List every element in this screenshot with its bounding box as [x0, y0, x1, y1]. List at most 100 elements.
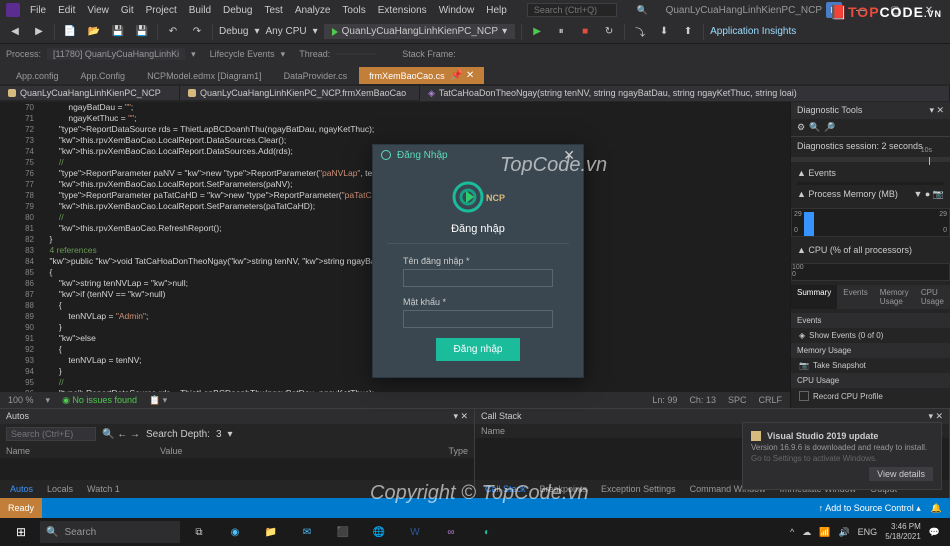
- add-source-control-button[interactable]: ↑ Add to Source Control ▴: [819, 503, 921, 514]
- cpu-graph[interactable]: 100 0: [791, 263, 950, 281]
- menu-view[interactable]: View: [81, 3, 115, 18]
- process-dropdown[interactable]: [11780] QuanLyCuaHangLinhKi: [47, 48, 185, 60]
- quick-search-input[interactable]: [527, 3, 617, 17]
- method-crumb[interactable]: ◈TatCaHoaDonTheoNgay(string tenNV, strin…: [420, 86, 950, 101]
- diag-zoom-out-icon[interactable]: 🔎: [824, 122, 835, 133]
- panel-tab[interactable]: Breakpoints: [534, 482, 594, 496]
- diag-tab-summary[interactable]: Summary: [791, 285, 837, 309]
- diag-tab-memory-usage[interactable]: Memory Usage: [874, 285, 915, 309]
- open-icon[interactable]: 📂: [85, 23, 103, 41]
- start-button[interactable]: ⊞: [4, 520, 38, 544]
- redo-icon[interactable]: ↷: [188, 23, 206, 41]
- col-value[interactable]: Value: [160, 446, 314, 456]
- maximize-button[interactable]: ▢: [880, 0, 910, 20]
- login-submit-button[interactable]: Đăng nhập: [436, 338, 521, 361]
- diag-timeline[interactable]: 10s: [791, 157, 950, 162]
- issues-indicator[interactable]: ◉ No issues found: [62, 395, 137, 406]
- step-out-icon[interactable]: ⬆: [679, 23, 697, 41]
- step-over-icon[interactable]: ⤵: [631, 23, 649, 41]
- platform-dropdown[interactable]: Any CPU: [266, 26, 307, 37]
- password-input[interactable]: [403, 310, 553, 328]
- diag-select-tools-icon[interactable]: ⚙: [797, 122, 805, 133]
- take-snapshot-button[interactable]: 📷 Take Snapshot: [791, 358, 950, 373]
- username-input[interactable]: [403, 269, 553, 287]
- panel-tab[interactable]: Watch 1: [81, 482, 126, 496]
- user-avatar[interactable]: M: [826, 2, 842, 18]
- doc-tab[interactable]: DataProvider.cs: [274, 68, 358, 84]
- menu-build[interactable]: Build: [183, 3, 217, 18]
- zoom-level[interactable]: 100 %: [8, 395, 34, 405]
- cpu-header[interactable]: ▲ CPU (% of all processors): [791, 241, 950, 259]
- login-close-button[interactable]: ✕: [563, 147, 575, 164]
- col-name[interactable]: Name: [6, 446, 160, 456]
- menu-git[interactable]: Git: [115, 3, 140, 18]
- notification-center-icon[interactable]: 💬: [929, 527, 940, 538]
- word-icon[interactable]: W: [398, 520, 432, 544]
- tray-wifi-icon[interactable]: 📶: [819, 527, 830, 538]
- panel-tab[interactable]: Autos: [4, 482, 39, 496]
- diag-tab-events[interactable]: Events: [837, 285, 873, 309]
- menu-edit[interactable]: Edit: [52, 3, 81, 18]
- panel-menu-icon[interactable]: ▾ ✕: [453, 411, 468, 422]
- record-cpu-button[interactable]: Record CPU Profile: [791, 388, 950, 404]
- panel-tab[interactable]: Call Stack: [479, 482, 532, 496]
- close-button[interactable]: ✕: [914, 0, 944, 20]
- doc-tab[interactable]: App.config: [6, 68, 69, 84]
- step-into-icon[interactable]: ⬇: [655, 23, 673, 41]
- mail-icon[interactable]: ✉: [290, 520, 324, 544]
- thread-dropdown[interactable]: [336, 53, 376, 55]
- doc-tab[interactable]: App.Config: [71, 68, 136, 84]
- menu-window[interactable]: Window: [433, 3, 481, 18]
- task-view-icon[interactable]: ⧉: [182, 520, 216, 544]
- edge-icon[interactable]: ◉: [218, 520, 252, 544]
- app-icon[interactable]: ◐: [470, 520, 504, 544]
- diag-tab-cpu-usage[interactable]: CPU Usage: [915, 285, 950, 309]
- vs-taskbar-icon[interactable]: ∞: [434, 520, 468, 544]
- col-type[interactable]: Type: [314, 446, 468, 456]
- diag-zoom-in-icon[interactable]: 🔍: [809, 122, 820, 133]
- tab-close-icon[interactable]: 📌 ✕: [451, 70, 475, 81]
- autos-search-input[interactable]: [6, 427, 96, 441]
- menu-project[interactable]: Project: [140, 3, 183, 18]
- pause-icon[interactable]: ⏸: [552, 23, 570, 41]
- menu-analyze[interactable]: Analyze: [289, 3, 337, 18]
- tray-lang-icon[interactable]: ENG: [858, 527, 878, 537]
- taskbar-clock[interactable]: 3:46 PM 5/18/2021: [885, 522, 921, 542]
- doc-tab[interactable]: NCPModel.edmx [Diagram1]: [137, 68, 272, 84]
- memory-graph[interactable]: 29 29 0 0: [791, 208, 950, 237]
- doc-tab[interactable]: frmXemBaoCao.cs 📌 ✕: [359, 67, 484, 84]
- config-dropdown[interactable]: Debug: [219, 26, 248, 37]
- menu-extensions[interactable]: Extensions: [372, 3, 433, 18]
- panel-tab[interactable]: Locals: [41, 482, 79, 496]
- stop-icon[interactable]: ■: [576, 23, 594, 41]
- tray-cloud-icon[interactable]: ☁: [802, 527, 811, 538]
- vscode-icon[interactable]: ⬛: [326, 520, 360, 544]
- panel-menu-icon[interactable]: ▾ ✕: [928, 411, 943, 422]
- search-depth-value[interactable]: 3: [216, 429, 222, 440]
- explorer-icon[interactable]: 📁: [254, 520, 288, 544]
- events-header[interactable]: ▲ Events: [791, 164, 950, 182]
- menu-file[interactable]: File: [24, 3, 52, 18]
- show-events-link[interactable]: ◈ Show Events (0 of 0): [791, 328, 950, 343]
- nav-fwd-icon[interactable]: ▶: [30, 23, 48, 41]
- notification-bell-icon[interactable]: 🔔: [931, 503, 942, 514]
- panel-tab[interactable]: Exception Settings: [595, 482, 682, 496]
- start-debug-button[interactable]: QuanLyCuaHangLinhKienPC_NCP ▾: [324, 24, 515, 39]
- tray-chevron-icon[interactable]: ^: [790, 527, 794, 537]
- lifecycle-dropdown[interactable]: Lifecycle Events: [210, 49, 275, 59]
- restart-icon[interactable]: ↻: [600, 23, 618, 41]
- app-insights-button[interactable]: Application Insights: [710, 26, 796, 37]
- project-crumb[interactable]: QuanLyCuaHangLinhKienPC_NCP: [0, 86, 180, 100]
- menu-help[interactable]: Help: [480, 3, 513, 18]
- nav-back-icon[interactable]: ◀: [6, 23, 24, 41]
- continue-icon[interactable]: ▶: [528, 23, 546, 41]
- taskbar-search[interactable]: 🔍 Search: [40, 521, 180, 543]
- undo-icon[interactable]: ↶: [164, 23, 182, 41]
- menu-tools[interactable]: Tools: [336, 3, 371, 18]
- save-all-icon[interactable]: 💾: [133, 23, 151, 41]
- new-icon[interactable]: 📄: [61, 23, 79, 41]
- memory-header[interactable]: ▲ Process Memory (MB) ▼ ● 📷: [791, 185, 950, 204]
- menu-debug[interactable]: Debug: [217, 3, 258, 18]
- minimize-button[interactable]: —: [846, 0, 876, 20]
- chrome-icon[interactable]: 🌐: [362, 520, 396, 544]
